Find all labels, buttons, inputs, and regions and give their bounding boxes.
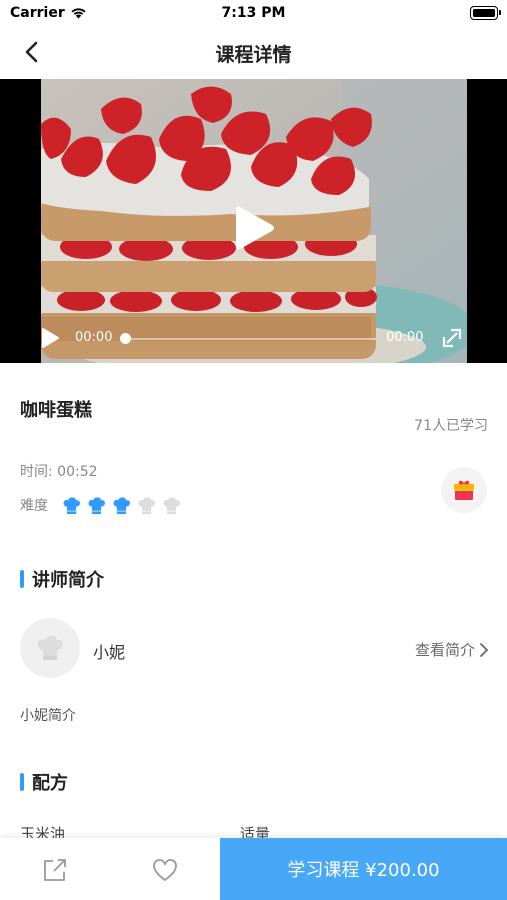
section-accent-bar [20,570,24,588]
chevron-right-icon [480,642,489,657]
gift-button[interactable] [441,467,487,513]
avatar[interactable] [20,618,80,678]
video-controls: 00:00 00:00 [0,313,507,363]
chef-hat-icon [163,497,180,514]
recipe-section-title: 配方 [20,769,68,795]
learner-count: 71人已学习 [414,418,488,434]
progress-track[interactable] [126,338,376,340]
buy-course-button[interactable]: 学习课程 ¥200.00 [220,838,507,900]
page-title: 课程详情 [215,44,292,66]
heart-icon[interactable] [151,857,179,883]
course-duration: 时间: 00:52 [20,464,98,480]
battery-icon [470,6,501,20]
difficulty-rating: 难度 [20,494,181,516]
recipe-section-label: 配方 [32,773,68,794]
chef-hat-icon [138,497,155,514]
section-accent-bar [20,773,24,791]
bottom-action-bar: 学习课程 ¥200.00 [0,838,507,900]
chef-hat-icon [113,497,130,514]
status-bar: Carrier 7:13 PM [0,0,507,28]
view-intro-link[interactable]: 查看简介 [415,639,489,660]
total-time: 00:00 [386,330,424,345]
difficulty-hats [62,497,181,514]
status-time: 7:13 PM [221,5,286,21]
fullscreen-icon[interactable] [442,328,462,348]
play-icon[interactable] [232,204,276,252]
course-title: 咖啡蛋糕 [20,400,92,421]
teacher-name: 小妮 [93,643,126,662]
gift-icon [454,480,474,500]
share-icon[interactable] [42,857,68,883]
chef-hat-avatar-icon [37,635,63,660]
teacher-section-title: 讲师简介 [20,566,104,592]
nav-bar: 课程详情 [0,28,507,78]
difficulty-label: 难度 [20,498,48,514]
chef-hat-icon [88,497,105,514]
progress-knob[interactable] [120,333,131,344]
play-small-icon[interactable] [40,327,60,349]
teacher-intro: 小妮简介 [20,708,76,724]
video-player[interactable]: 00:00 00:00 [0,79,507,363]
teacher-section-label: 讲师简介 [32,570,104,591]
current-time: 00:00 [75,330,113,345]
chef-hat-icon [63,497,80,514]
view-intro-label: 查看简介 [414,641,475,659]
